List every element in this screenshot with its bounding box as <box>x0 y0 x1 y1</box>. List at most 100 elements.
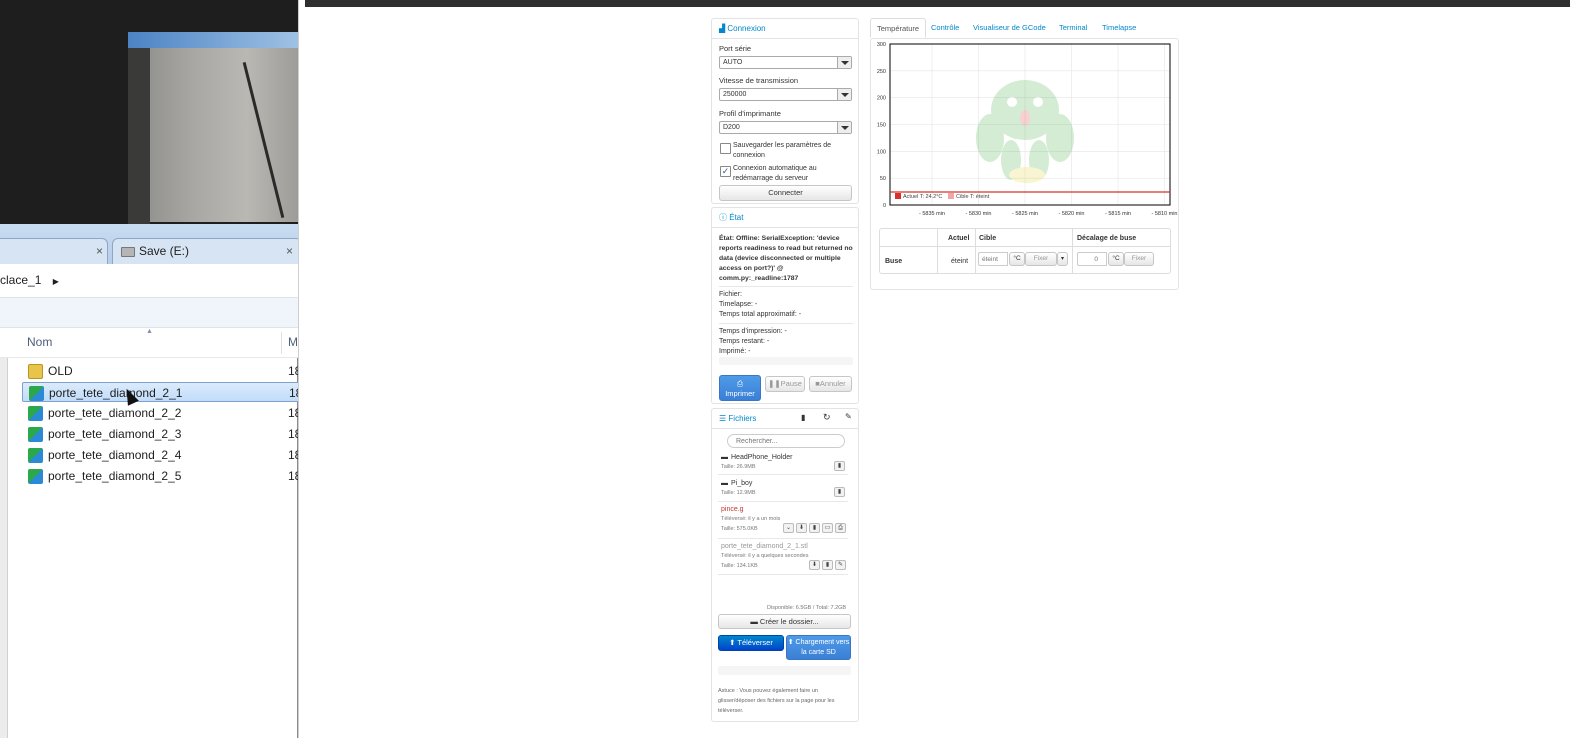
pause-icon: ❚❚ <box>768 379 781 388</box>
set-offset-button[interactable]: Fixer <box>1124 252 1154 266</box>
drive-icon <box>121 247 135 257</box>
folder-icon <box>28 364 43 379</box>
refresh-icon[interactable]: ↻ <box>823 412 831 423</box>
trash-icon[interactable]: ▮ <box>834 487 845 497</box>
file-item-name[interactable]: pince.g <box>721 506 744 513</box>
upload-button[interactable]: ⬆ Téléverser <box>718 635 784 651</box>
trash-icon[interactable]: ▮ <box>809 523 820 533</box>
explorer-toolbar <box>0 298 298 328</box>
expand-icon[interactable]: ⌄ <box>783 523 794 533</box>
list-icon: ☰ <box>719 414 729 423</box>
file-item-name[interactable]: porte_tete_diamond_2_1.stl <box>721 543 808 550</box>
file-item-size: Taille: 575.0KB <box>721 526 758 532</box>
autoconnect-checkbox[interactable]: ✓ <box>720 166 731 177</box>
tab-timelapse[interactable]: Timelapse <box>1096 18 1142 38</box>
temperature-table: Actuel Cible Décalage de buse Buse étein… <box>879 228 1171 274</box>
x-tick-label: - 5820 min <box>1059 211 1085 217</box>
download-icon[interactable]: ⬇ <box>796 523 807 533</box>
file-name: porte_tete_diamond_2_2 <box>48 406 182 420</box>
photo-sky <box>128 32 298 48</box>
set-target-button[interactable]: Fixer <box>1025 252 1057 266</box>
y-tick-label: 100 <box>877 149 886 155</box>
tab-temperature[interactable]: Température <box>870 18 927 38</box>
baud-label: Vitesse de transmission <box>719 76 799 85</box>
tab-control[interactable]: Contrôle <box>925 18 965 38</box>
state-timelapse: Timelapse: - <box>719 301 758 308</box>
pause-button[interactable]: ❚❚Pause <box>765 376 805 392</box>
upload-label: Téléverser <box>737 638 773 647</box>
baud-select[interactable]: 250000 <box>719 88 852 101</box>
wrench-icon[interactable]: ✎ <box>845 412 852 421</box>
save-settings-checkbox[interactable] <box>720 143 731 154</box>
close-tab-icon[interactable]: × <box>96 239 103 263</box>
caret-down-icon[interactable]: ▾ <box>1057 252 1068 266</box>
port-select[interactable]: AUTO <box>719 56 852 69</box>
explorer-tab-previous[interactable]: × <box>0 238 108 264</box>
tab-gcode-viewer[interactable]: Visualiseur de GCode <box>967 18 1052 38</box>
upload-sd-button[interactable]: ⬆ Chargement vers la carte SD <box>786 635 851 660</box>
y-tick-label: 0 <box>883 203 886 209</box>
file-row[interactable]: porte_tete_diamond_2_3 18 <box>22 424 302 444</box>
cancel-button[interactable]: ■Annuler <box>809 376 852 392</box>
slice-icon[interactable]: ✎ <box>835 560 846 570</box>
trash-icon[interactable]: ▮ <box>822 560 833 570</box>
file-name: porte_tete_diamond_2_4 <box>48 448 182 462</box>
state-remaining: Temps restant: - <box>719 338 770 345</box>
legend-swatch-actual <box>895 193 901 199</box>
explorer-scrollbar[interactable] <box>0 358 8 738</box>
trash-icon[interactable]: ▮ <box>834 461 845 471</box>
profile-select[interactable]: D200 <box>719 121 852 134</box>
download-icon[interactable]: ⬇ <box>809 560 820 570</box>
target-temp-input[interactable] <box>978 252 1008 266</box>
file-name: porte_tete_diamond_2_1 <box>49 386 183 400</box>
state-header[interactable]: ⓘ État <box>712 208 858 228</box>
y-tick-label: 200 <box>877 96 886 102</box>
y-axis-ticks: 300 250 200 150 100 50 0 <box>877 42 886 209</box>
new-file-icon[interactable]: ▮ <box>801 413 805 422</box>
files-header[interactable]: ☰ Fichiers <box>712 409 858 429</box>
file-row[interactable]: porte_tete_diamond_2_4 18 <box>22 445 302 465</box>
profile-label: Profil d'imprimante <box>719 109 781 118</box>
baud-value: 250000 <box>723 91 747 98</box>
state-total-time: Temps total approximatif: - <box>719 311 802 318</box>
file-item-name[interactable]: Pi_boy <box>731 480 752 487</box>
print-button[interactable]: ⎙ Imprimer <box>719 375 761 401</box>
column-separator[interactable] <box>281 332 282 354</box>
file-row[interactable]: porte_tete_diamond_2_2 18 <box>22 403 302 423</box>
state-file: Fichier: <box>719 291 742 298</box>
connection-header[interactable]: ▟ Connexion <box>712 19 858 39</box>
offset-input[interactable] <box>1077 252 1107 266</box>
y-tick-label: 150 <box>877 123 886 129</box>
breadcrumb-chevron-icon[interactable]: ▶ <box>53 277 59 286</box>
file-row-selected[interactable]: porte_tete_diamond_2_1 18 <box>22 382 302 402</box>
close-tab-icon[interactable]: × <box>286 239 293 263</box>
file-search-input[interactable] <box>727 434 845 448</box>
address-bar[interactable]: clace_1 ▶ <box>0 264 298 298</box>
tab-terminal[interactable]: Terminal <box>1053 18 1093 38</box>
create-folder-button[interactable]: ▬ Créer le dossier... <box>718 614 851 629</box>
breadcrumb-folder[interactable]: clace_1 <box>0 273 41 287</box>
info-icon: ⓘ <box>719 213 730 222</box>
divider <box>718 538 848 539</box>
column-header: ▲ Nom M <box>0 328 298 358</box>
connect-button[interactable]: Connecter <box>719 185 852 201</box>
chevron-down-icon <box>837 122 851 133</box>
print-icon[interactable]: ⎙ <box>835 523 846 533</box>
folder-icon: ▬ <box>721 480 728 487</box>
column-name[interactable]: Nom <box>27 335 52 349</box>
window-divider <box>298 0 305 738</box>
y-tick-label: 50 <box>880 176 886 182</box>
file-item-name[interactable]: HeadPhone_Holder <box>731 454 793 461</box>
connection-panel: ▟ Connexion Port série AUTO Vitesse de t… <box>711 18 859 204</box>
load-icon[interactable]: ▭ <box>822 523 833 533</box>
column-modified[interactable]: M <box>288 335 298 349</box>
explorer-tab-bar: × Save (E:) × <box>0 224 302 264</box>
state-print-time: Temps d'impression: - <box>719 328 787 335</box>
file-row[interactable]: porte_tete_diamond_2_5 18 <box>22 466 302 486</box>
file-row[interactable]: OLD 18 <box>22 361 302 381</box>
explorer-tab-save-drive[interactable]: Save (E:) × <box>112 238 302 264</box>
file-item-uploaded: Téléversé: il y a quelques secondes <box>721 553 809 559</box>
legend-swatch-target <box>948 193 954 199</box>
divider <box>718 574 848 575</box>
port-value: AUTO <box>723 59 743 66</box>
